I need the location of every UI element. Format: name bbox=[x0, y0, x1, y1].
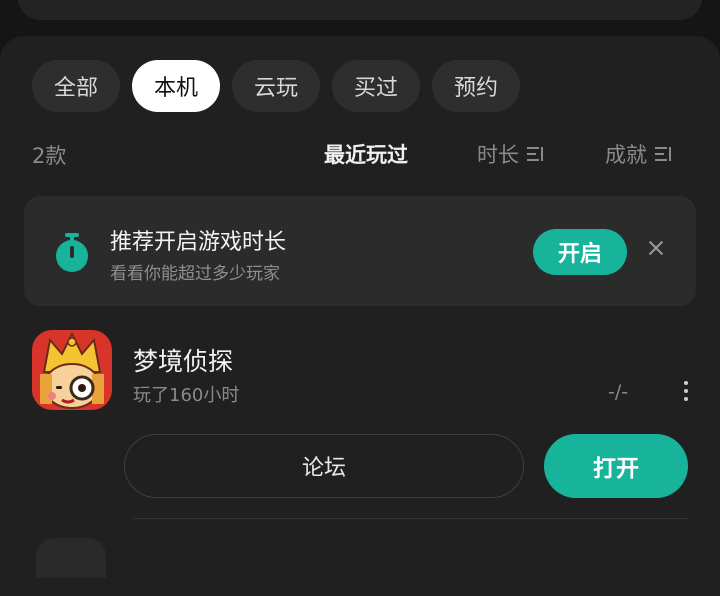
sort-duration[interactable]: 时长 bbox=[477, 139, 543, 169]
playtime-recommendation-banner: 推荐开启游戏时长 看看你能超过多少玩家 开启 bbox=[24, 196, 696, 306]
sort-order-icon bbox=[655, 146, 671, 162]
list-divider bbox=[133, 518, 689, 519]
more-icon[interactable] bbox=[676, 378, 696, 404]
game-icon[interactable] bbox=[32, 330, 112, 410]
close-icon[interactable] bbox=[644, 236, 668, 260]
tab-purchased[interactable]: 买过 bbox=[332, 60, 420, 112]
detective-character-icon bbox=[32, 330, 112, 410]
game-count: 2款 bbox=[32, 144, 67, 168]
forum-button[interactable]: 论坛 bbox=[124, 434, 524, 498]
sort-order-icon bbox=[527, 146, 543, 162]
game-library-panel: 全部 本机 云玩 买过 预约 2款 最近玩过 时长 成就 推荐开启游戏时长 看看… bbox=[0, 36, 720, 596]
sort-duration-label: 时长 bbox=[477, 143, 519, 167]
open-game-button[interactable]: 打开 bbox=[544, 434, 688, 498]
filter-tabs: 全部 本机 云玩 买过 预约 bbox=[32, 60, 520, 112]
next-game-icon[interactable] bbox=[36, 538, 106, 578]
tab-local[interactable]: 本机 bbox=[132, 60, 220, 112]
enable-playtime-button[interactable]: 开启 bbox=[533, 229, 627, 275]
sort-recently-played-label: 最近玩过 bbox=[324, 143, 408, 167]
tab-all[interactable]: 全部 bbox=[32, 60, 120, 112]
sort-achievement-label: 成就 bbox=[605, 143, 647, 167]
tab-reserved[interactable]: 预约 bbox=[432, 60, 520, 112]
banner-subtitle: 看看你能超过多少玩家 bbox=[110, 264, 280, 284]
top-card bbox=[18, 0, 702, 20]
tab-cloud[interactable]: 云玩 bbox=[232, 60, 320, 112]
timer-icon bbox=[56, 233, 88, 272]
game-playtime: 玩了160小时 bbox=[133, 385, 240, 406]
sort-recently-played[interactable]: 最近玩过 bbox=[324, 139, 408, 169]
game-achievement: -/- bbox=[608, 381, 629, 403]
game-name[interactable]: 梦境侦探 bbox=[133, 342, 233, 378]
sort-achievement[interactable]: 成就 bbox=[605, 139, 671, 169]
banner-title: 推荐开启游戏时长 bbox=[110, 230, 287, 255]
